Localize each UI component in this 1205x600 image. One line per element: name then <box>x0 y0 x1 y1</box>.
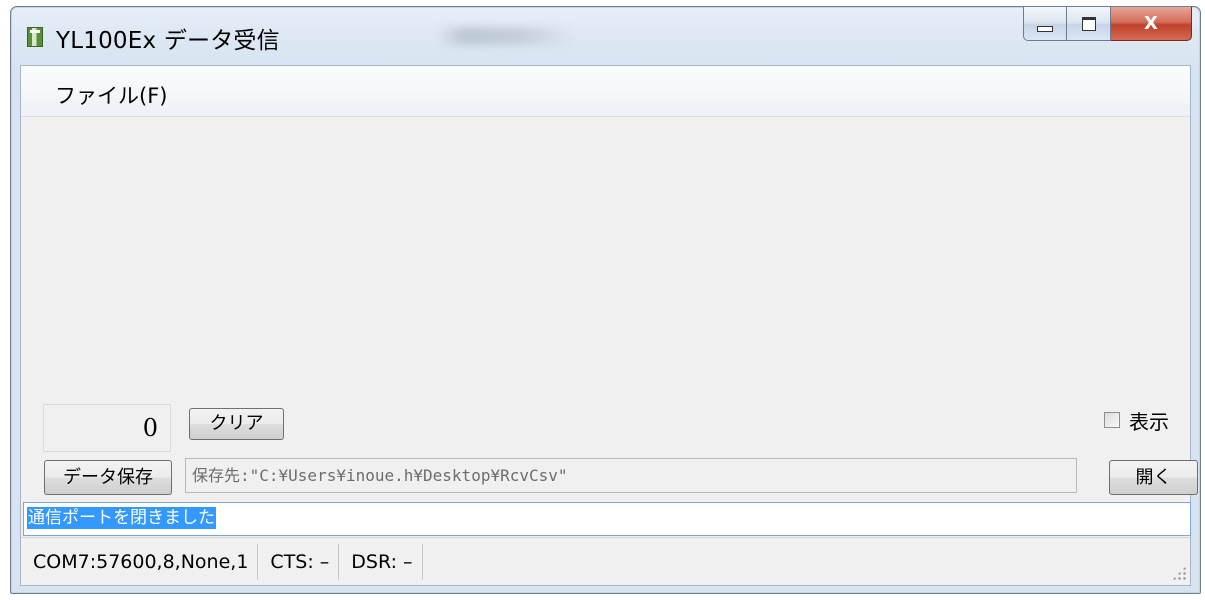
display-checkbox[interactable] <box>1104 412 1120 428</box>
save-path-field: 保存先:"C:¥Users¥inoue.h¥Desktop¥RcvCsv" <box>185 458 1077 493</box>
close-icon: X <box>1144 13 1158 34</box>
open-button[interactable]: 開く <box>1109 460 1198 495</box>
resize-grip-icon[interactable] <box>1172 566 1186 580</box>
window-controls: X <box>1023 7 1192 43</box>
status-port-settings: COM7:57600,8,None,1 <box>21 543 259 580</box>
clear-button[interactable]: クリア <box>189 408 284 440</box>
close-button[interactable]: X <box>1111 7 1192 41</box>
maximize-button[interactable] <box>1067 7 1111 41</box>
title-bar[interactable]: YL100Ex データ受信 X <box>11 7 1200 65</box>
app-icon <box>27 27 43 47</box>
minimize-icon <box>1037 25 1053 32</box>
minimize-button[interactable] <box>1023 7 1067 41</box>
application-window: YL100Ex データ受信 X ファイル(F) 0 クリア 表示 データ保存 保… <box>10 6 1201 594</box>
blurred-region <box>436 27 576 45</box>
log-textbox[interactable]: 通信ポートを閉きました <box>23 502 1191 536</box>
menu-file[interactable]: ファイル(F) <box>55 80 167 110</box>
maximize-icon <box>1081 16 1096 31</box>
save-data-button[interactable]: データ保存 <box>44 460 172 495</box>
status-bar: COM7:57600,8,None,1 CTS: – DSR: – <box>21 537 1190 585</box>
menu-bar: ファイル(F) <box>21 66 1190 117</box>
status-dsr: DSR: – <box>339 543 423 580</box>
display-checkbox-label[interactable]: 表示 <box>1129 406 1169 435</box>
log-message: 通信ポートを閉きました <box>27 507 216 529</box>
status-cts: CTS: – <box>258 543 340 580</box>
window-title: YL100Ex データ受信 <box>56 28 280 54</box>
received-count: 0 <box>43 404 171 452</box>
client-area: ファイル(F) 0 クリア 表示 データ保存 保存先:"C:¥Users¥ino… <box>20 65 1198 586</box>
